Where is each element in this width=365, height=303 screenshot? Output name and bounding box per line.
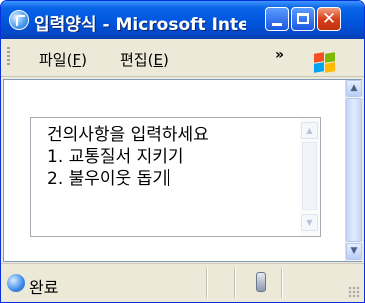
toolbar-grip[interactable] <box>7 47 10 67</box>
menu-edit[interactable]: 편집(E) <box>120 49 169 70</box>
menu-edit-accel: E <box>153 51 163 69</box>
menu-file-accel: F <box>72 51 82 69</box>
textarea-line: 2. 불우이웃 돕기 <box>47 169 168 189</box>
menu-file-suffix: ) <box>81 51 87 69</box>
textarea-line: 건의사항을 입력하세요 <box>47 125 209 145</box>
scroll-down-icon[interactable]: ▼ <box>346 243 362 260</box>
status-text: 완료 <box>29 278 59 297</box>
close-button[interactable]: ✕ <box>317 7 341 31</box>
suggestion-textarea[interactable]: 건의사항을 입력하세요 1. 교통질서 지키기 2. 불우이웃 돕기 ▲ ▼ <box>30 117 321 237</box>
page-scroll-thumb[interactable] <box>346 98 362 242</box>
status-divider <box>234 268 236 298</box>
textarea-line: 1. 교통질서 지키기 <box>47 147 184 167</box>
minimize-icon <box>272 23 282 26</box>
textarea-line-caret-row: 2. 불우이웃 돕기 <box>47 168 209 190</box>
minimize-button[interactable] <box>265 7 289 31</box>
menu-file-label: 파일( <box>39 51 73 69</box>
textarea-scroll-thumb[interactable] <box>302 142 317 210</box>
menu-bar: 파일(F) 편집(E) » <box>1 39 364 77</box>
status-divider <box>281 268 283 298</box>
textarea-scrollbar[interactable]: ▲ ▼ <box>300 118 320 236</box>
textarea-scroll-down-icon[interactable]: ▼ <box>301 214 318 231</box>
text-caret <box>167 169 169 186</box>
close-icon: ✕ <box>321 9 337 29</box>
windows-flag-icon <box>314 52 336 73</box>
menu-file[interactable]: 파일(F) <box>39 49 87 70</box>
page-scrollbar[interactable]: ▲ ▼ <box>345 80 362 261</box>
ie-icon <box>9 10 29 30</box>
menu-edit-label: 편집( <box>120 51 154 69</box>
textarea-scroll-up-icon[interactable]: ▲ <box>301 122 318 139</box>
textarea-text: 건의사항을 입력하세요 1. 교통질서 지키기 2. 불우이웃 돕기 <box>47 124 209 190</box>
page-content: 건의사항을 입력하세요 1. 교통질서 지키기 2. 불우이웃 돕기 ▲ ▼ ▲… <box>3 79 362 262</box>
resize-grip-icon[interactable] <box>348 286 360 298</box>
security-zone-icon <box>256 272 266 292</box>
status-divider <box>206 268 208 298</box>
ie-page-icon <box>7 274 25 292</box>
browser-window: 입력양식 - Microsoft Internet Explorer ✕ 파일(… <box>0 0 365 303</box>
menu-edit-suffix: ) <box>162 51 169 69</box>
scroll-up-icon[interactable]: ▲ <box>346 80 362 97</box>
menu-overflow-chevron-icon[interactable]: » <box>275 47 284 63</box>
maximize-button[interactable] <box>291 7 315 31</box>
window-title: 입력양식 - Microsoft Internet Explorer <box>34 15 246 32</box>
status-bar: 완료 <box>1 263 364 302</box>
title-bar[interactable]: 입력양식 - Microsoft Internet Explorer ✕ <box>1 1 364 39</box>
maximize-icon <box>297 13 309 24</box>
